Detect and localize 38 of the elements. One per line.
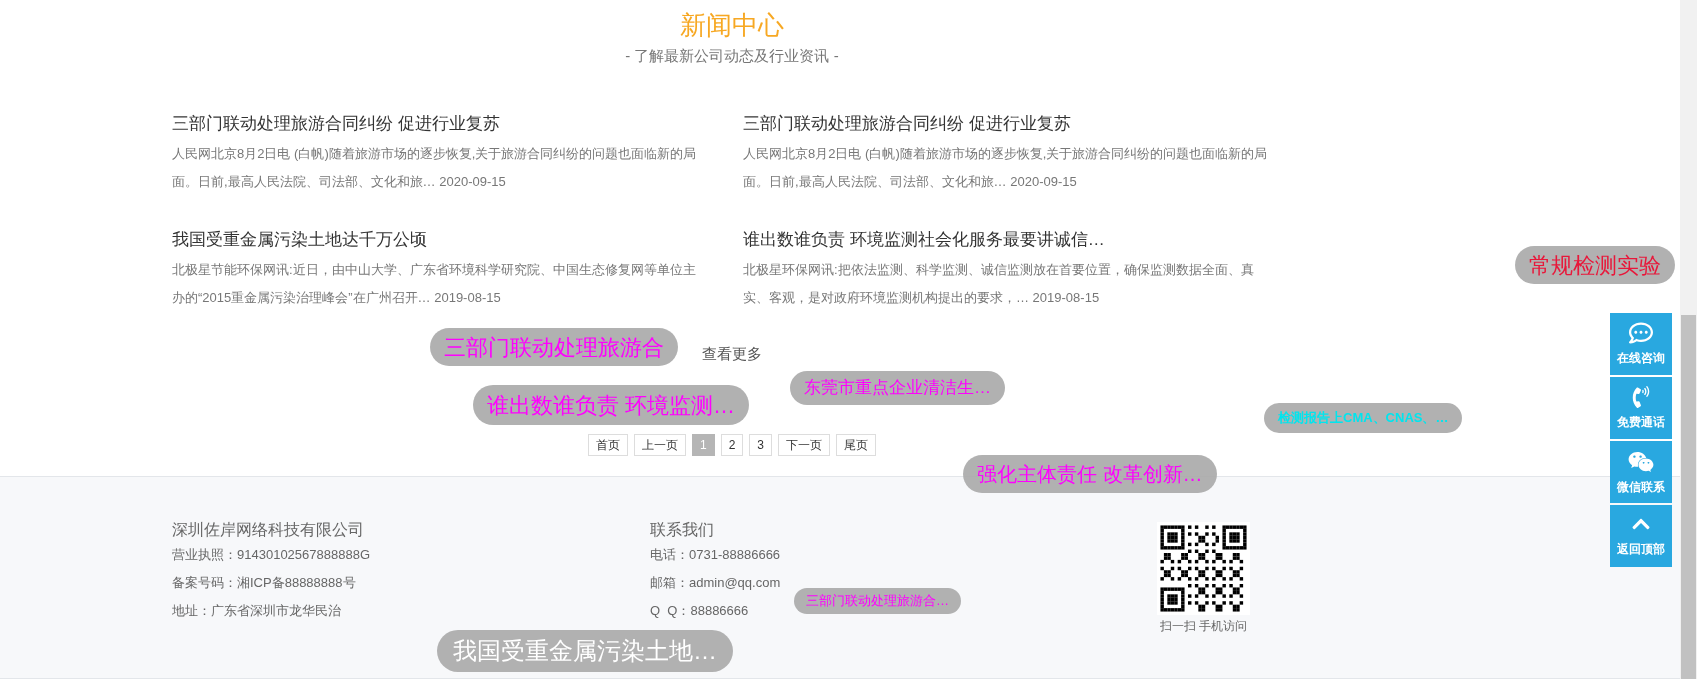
contact-title: 联系我们: [650, 520, 715, 540]
news-title[interactable]: 三部门联动处理旅游合同纠纷 促进行业复苏: [743, 112, 1270, 136]
more-link[interactable]: 查看更多: [702, 344, 762, 364]
bullet-comment: 我国受重金属污染土地…: [437, 630, 733, 672]
contact-info: 电话：0731-88886666: [650, 546, 781, 564]
contact-info: Q Q：88886666: [650, 602, 749, 620]
company-info: 营业执照：91430102567888888G: [172, 546, 371, 564]
bullet-comment: 检测报告上CMA、CNAS、…: [1264, 403, 1463, 433]
page-button[interactable]: 尾页: [836, 434, 877, 456]
bullet-comment: 谁出数谁负责 环境监测…: [473, 385, 750, 425]
bullet-comment: 强化主体责任 改革创新…: [963, 455, 1217, 493]
scrollbar[interactable]: [1680, 0, 1697, 679]
news-title[interactable]: 我国受重金属污染土地达千万公顷: [172, 228, 699, 252]
company-name: 深圳佐岸网络科技有限公司: [172, 520, 365, 540]
news-summary: 北极星节能环保网讯:近日，由中山大学、广东省环境科学研究院、中国生态修复网等单位主办的“2015重金属污染治理峰会”在广州召开… 2019-08-15: [172, 261, 697, 307]
section-title: 新闻中心: [680, 9, 784, 42]
company-info: 地址：广东省深圳市龙华民治: [172, 602, 341, 620]
chat-icon: [1629, 321, 1653, 345]
contact-info: 邮箱：admin@qq.com: [650, 574, 781, 592]
page-button[interactable]: 下一页: [778, 434, 831, 456]
news-summary: 人民网北京8月2日电 (白帆)随着旅游市场的逐步恢复,关于旅游合同纠纷的问题也面临新的局面。日前,最高人民法院、司法部、文化和旅… 2020-09-15: [743, 145, 1269, 191]
page-button[interactable]: 上一页: [633, 434, 686, 456]
qr-caption: 扫一扫 手机访问: [1159, 618, 1248, 635]
page-button[interactable]: 2: [720, 434, 744, 456]
section-subtitle: - 了解最新公司动态及行业资讯 -: [625, 46, 839, 66]
bullet-comment: 三部门联动处理旅游合: [430, 328, 678, 366]
news-title[interactable]: 三部门联动处理旅游合同纠纷 促进行业复苏: [172, 112, 699, 136]
company-info: 备案号码：湘ICP备88888888号: [172, 574, 356, 592]
scrollbar-thumb[interactable]: [1681, 315, 1696, 679]
news-title[interactable]: 谁出数谁负责 环境监测社会化服务最要讲诚信…: [743, 228, 1270, 252]
page-button[interactable]: 3: [749, 434, 773, 456]
page-button[interactable]: 首页: [587, 434, 628, 456]
bullet-comment: 常规检测实验: [1515, 246, 1675, 284]
news-summary: 北极星环保网讯:把依法监测、科学监测、诚信监测放在首要位置，确保监测数据全面、真实、客观，是对政府环境监测机构提出的要求，… 2019-08-15: [743, 261, 1255, 307]
bullet-comment: 东莞市重点企业清洁生…: [790, 371, 1005, 405]
phone-icon: [1630, 385, 1652, 408]
news-summary: 人民网北京8月2日电 (白帆)随着旅游市场的逐步恢复,关于旅游合同纠纷的问题也面临新的局面。日前,最高人民法院、司法部、文化和旅… 2020-09-15: [172, 145, 698, 191]
bullet-comment: 三部门联动处理旅游合…: [794, 588, 961, 614]
